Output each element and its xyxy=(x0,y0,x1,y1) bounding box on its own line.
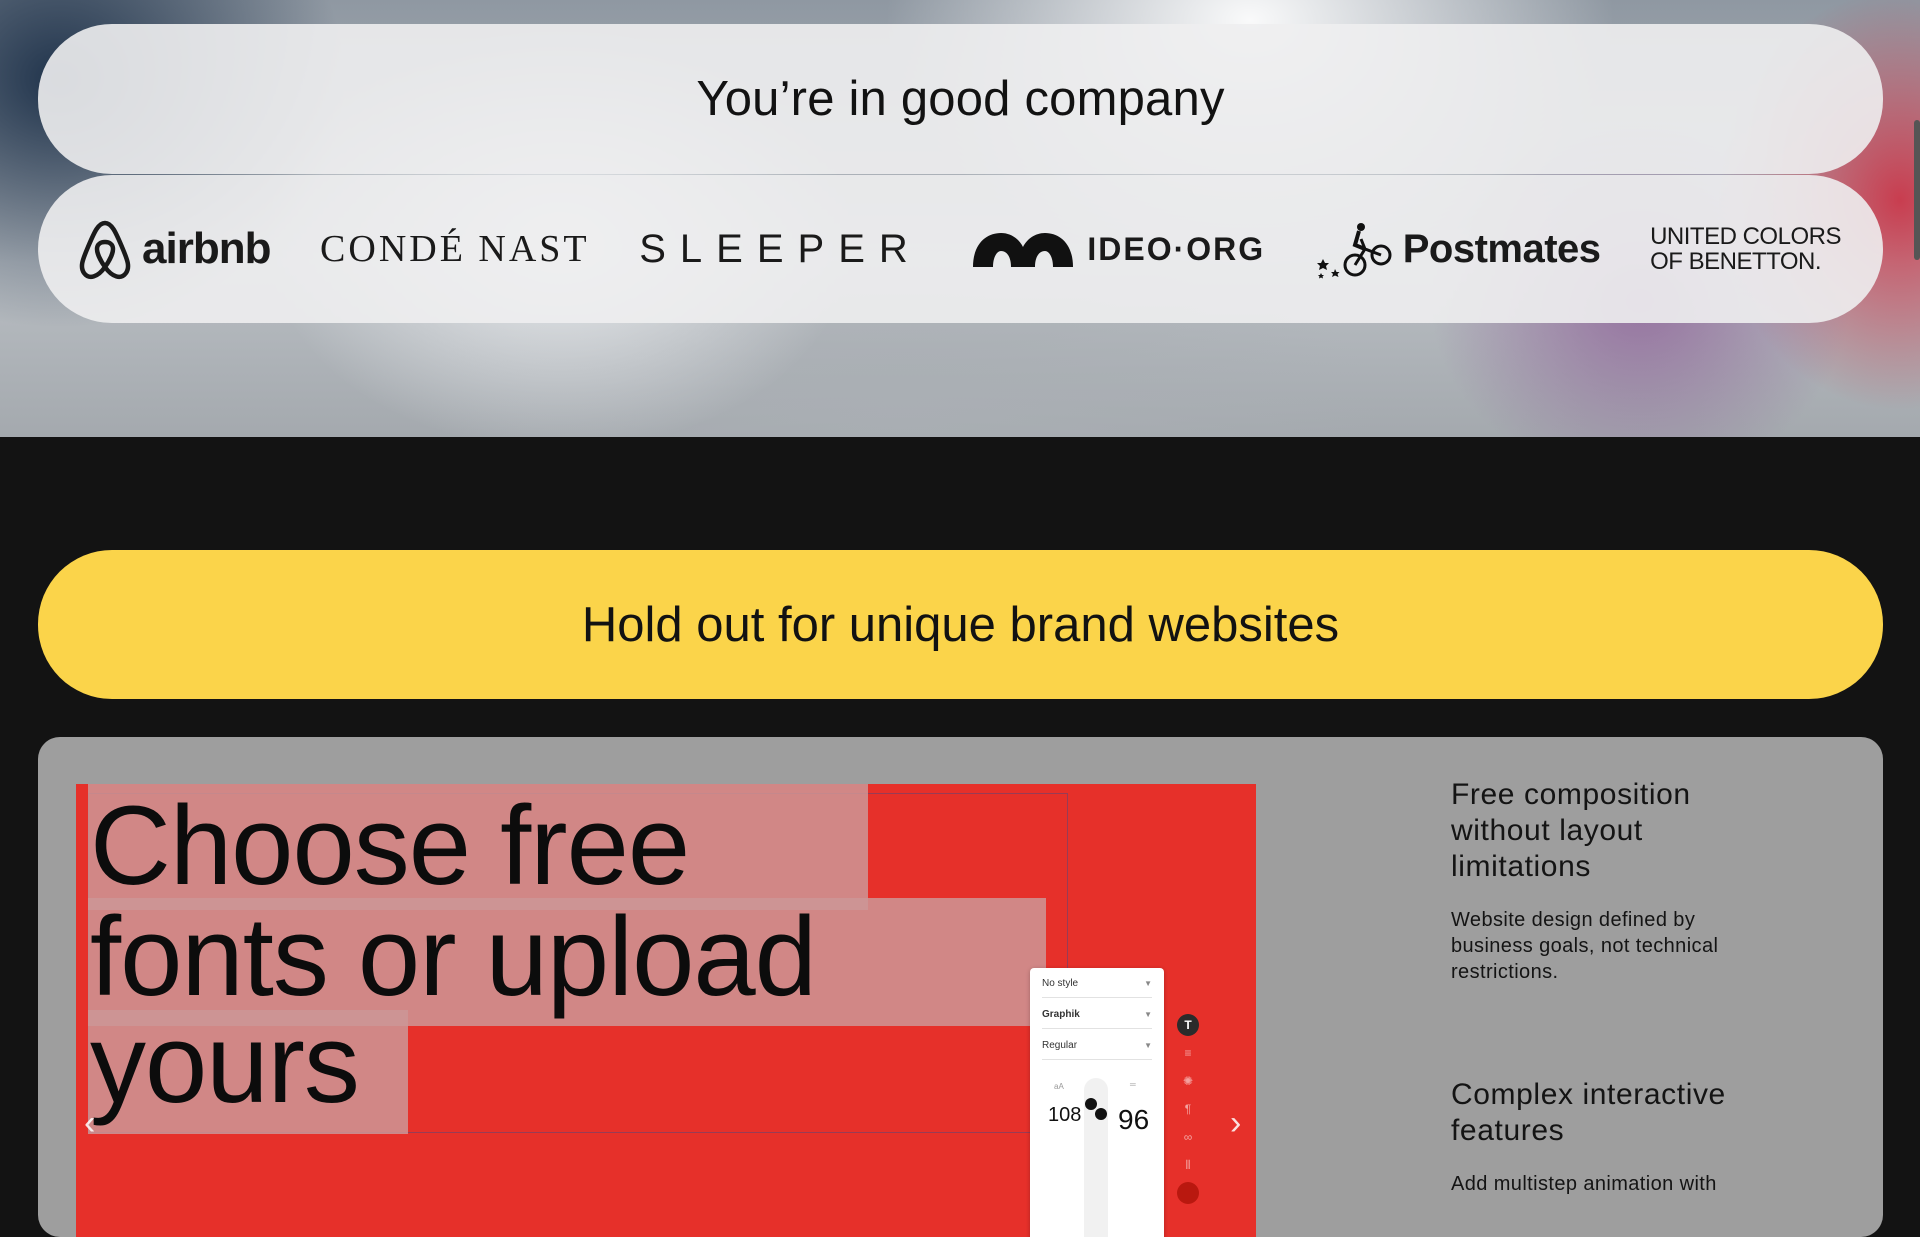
airbnb-logo: airbnb xyxy=(76,217,271,281)
feature-description: Website design defined by business goals… xyxy=(1451,909,1719,983)
slider-handle[interactable] xyxy=(1095,1108,1107,1120)
client-logos-strip: airbnb CONDÉ NAST SLEEPER IDEO·ORG Postm… xyxy=(38,175,1883,323)
sleeper-logo: SLEEPER xyxy=(639,227,922,272)
text-tool-icon[interactable]: T xyxy=(1177,1014,1199,1036)
conde-nast-wordmark: CONDÉ NAST xyxy=(320,228,590,270)
link-icon[interactable]: ∞ xyxy=(1177,1126,1199,1148)
postmates-wordmark: Postmates xyxy=(1402,226,1601,271)
size-slider[interactable] xyxy=(1084,1078,1108,1237)
airbnb-mark-icon xyxy=(79,220,131,280)
size-icon: aA xyxy=(1054,1082,1064,1091)
editor-demo-screen: Choose free fonts or upload yours ‹ › No… xyxy=(76,784,1256,1237)
feature-item: Complex interactive features Add multist… xyxy=(1451,1077,1791,1197)
feature-description: Add multistep animation with xyxy=(1451,1173,1717,1195)
caret-down-icon: ▼ xyxy=(1144,1010,1152,1019)
banner-title: Hold out for unique brand websites xyxy=(581,597,1340,652)
benetton-logo: UNITED COLORS OF BENETTON. xyxy=(1650,224,1841,274)
effects-icon[interactable]: ✺ xyxy=(1177,1070,1199,1092)
line-height-icon: ═ xyxy=(1130,1080,1136,1089)
feature-item: Free composition without layout limitati… xyxy=(1451,777,1781,985)
page-scrollbar-thumb[interactable] xyxy=(1914,120,1920,260)
feature-title: Complex interactive features xyxy=(1451,1078,1726,1147)
clients-title: You’re in good company xyxy=(696,72,1225,126)
headline-line: fonts or upload xyxy=(90,894,817,1019)
ideo-org-wordmark: IDEO·ORG xyxy=(1087,230,1266,267)
ideo-org-logo: IDEO·ORG xyxy=(971,229,1265,269)
brand-websites-banner: Hold out for unique brand websites xyxy=(38,550,1883,699)
benetton-line1: UNITED COLORS xyxy=(1650,223,1841,250)
font-family-select[interactable]: Graphik ▼ xyxy=(1042,1001,1152,1029)
color-swatch-icon[interactable] xyxy=(1177,1182,1199,1204)
conde-nast-logo: CONDÉ NAST xyxy=(320,227,590,271)
clients-title-pill: You’re in good company xyxy=(38,24,1883,174)
chevron-right-icon[interactable]: › xyxy=(1230,1104,1241,1143)
headline-line: Choose free xyxy=(90,784,690,908)
headline-line: yours xyxy=(90,1001,360,1126)
font-weight-value: Regular xyxy=(1042,1040,1078,1051)
style-select-value: No style xyxy=(1042,978,1079,989)
font-settings-panel: No style ▼ Graphik ▼ Regular ▼ aA ∞ ═ 10… xyxy=(1030,968,1164,1237)
postmates-logo: Postmates xyxy=(1315,219,1601,279)
caret-down-icon: ▼ xyxy=(1144,1041,1152,1050)
sleeper-wordmark: SLEEPER xyxy=(639,226,922,271)
font-weight-select[interactable]: Regular ▼ xyxy=(1042,1032,1152,1060)
font-family-value: Graphik xyxy=(1042,1009,1080,1020)
courier-bike-icon xyxy=(1316,223,1392,279)
ideo-arches-icon xyxy=(973,233,1074,267)
paragraph-icon[interactable]: ¶ xyxy=(1177,1098,1199,1120)
font-size-value: 108 xyxy=(1048,1104,1082,1126)
slider-handle[interactable] xyxy=(1085,1098,1097,1110)
line-height-value: 96 xyxy=(1118,1104,1150,1135)
align-icon[interactable]: ≡ xyxy=(1177,1042,1199,1064)
feature-showcase-panel: Choose free fonts or upload yours ‹ › No… xyxy=(38,737,1883,1237)
airbnb-wordmark: airbnb xyxy=(142,224,271,273)
chevron-left-icon[interactable]: ‹ xyxy=(84,1104,95,1143)
style-select[interactable]: No style ▼ xyxy=(1042,970,1152,998)
benetton-line2: OF BENETTON. xyxy=(1650,248,1821,275)
editor-toolbar: T ≡ ✺ ¶ ∞ ⦀ xyxy=(1176,1014,1200,1204)
caret-down-icon: ▼ xyxy=(1144,979,1152,988)
feature-title: Free composition without layout limitati… xyxy=(1451,778,1691,883)
clients-hero: You’re in good company airbnb CONDÉ NAST… xyxy=(0,0,1920,437)
columns-icon[interactable]: ⦀ xyxy=(1177,1154,1199,1176)
